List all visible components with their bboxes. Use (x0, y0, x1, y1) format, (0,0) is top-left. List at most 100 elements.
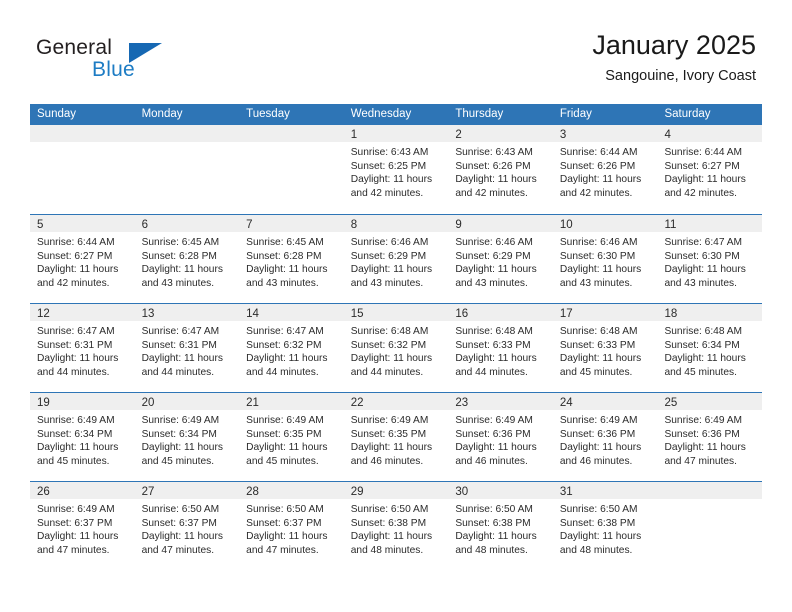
day-number-band: 19 (30, 393, 135, 410)
day-cell[interactable]: 25 Sunrise: 6:49 AM Sunset: 6:36 PM Dayligh… (657, 393, 763, 481)
day-cell[interactable]: 21 Sunrise: 6:49 AM Sunset: 6:35 PM Dayligh… (239, 393, 344, 481)
day-detail-line: Sunset: 6:33 PM (455, 339, 531, 351)
day-cell[interactable]: 26 Sunrise: 6:49 AM Sunset: 6:37 PM Dayligh… (30, 482, 135, 570)
day-number: 15 (350, 308, 364, 320)
day-number: 20 (141, 397, 155, 409)
day-details: Sunrise: 6:49 AM Sunset: 6:36 PM Daylight:… (553, 410, 658, 468)
day-number-band: 16 (448, 304, 553, 321)
day-detail-line: and 42 minutes. (455, 187, 528, 199)
day-number-band: 2 (448, 125, 553, 142)
day-number: 25 (664, 397, 678, 409)
day-detail-line: Daylight: 11 hours (350, 264, 433, 276)
day-details: Sunrise: 6:50 AM Sunset: 6:38 PM Daylight:… (553, 499, 658, 557)
day-detail-line: Daylight: 11 hours (664, 442, 746, 454)
day-detail-line: Daylight: 11 hours (559, 264, 642, 276)
day-details: Sunrise: 6:47 AM Sunset: 6:30 PM Daylight:… (657, 232, 762, 290)
day-detail-line: and 45 minutes. (37, 455, 110, 467)
page-title: January 2025 (592, 30, 756, 60)
day-number: 3 (559, 129, 567, 141)
day-detail-line: and 45 minutes. (141, 455, 215, 467)
day-number: 16 (455, 308, 469, 320)
day-detail-line: Sunrise: 6:50 AM (455, 504, 533, 515)
day-detail-line: Daylight: 11 hours (246, 442, 328, 454)
day-details: Sunrise: 6:46 AM Sunset: 6:29 PM Daylight:… (448, 232, 553, 290)
day-details: Sunrise: 6:50 AM Sunset: 6:37 PM Daylight:… (135, 499, 240, 557)
day-details: Sunrise: 6:48 AM Sunset: 6:33 PM Daylight:… (448, 321, 553, 379)
day-detail-line: Sunset: 6:37 PM (37, 517, 113, 529)
day-cell[interactable]: 16 Sunrise: 6:48 AM Sunset: 6:33 PM Dayligh… (448, 304, 553, 392)
day-cell[interactable]: 2 Sunrise: 6:43 AM Sunset: 6:26 PM Daylight… (448, 125, 553, 214)
day-cell[interactable]: 20 Sunrise: 6:49 AM Sunset: 6:34 PM Dayligh… (134, 393, 240, 481)
day-detail-line: and 42 minutes. (37, 277, 110, 289)
day-detail-line: and 44 minutes. (350, 366, 424, 378)
day-detail-line: Sunrise: 6:47 AM (664, 237, 743, 248)
day-cell[interactable]: 10 Sunrise: 6:46 AM Sunset: 6:30 PM Dayligh… (552, 215, 658, 303)
day-details: Sunrise: 6:43 AM Sunset: 6:26 PM Daylight:… (448, 142, 553, 200)
day-cell[interactable]: 1 Sunrise: 6:43 AM Sunset: 6:25 PM Daylight… (343, 125, 449, 214)
day-cell[interactable]: 13 Sunrise: 6:47 AM Sunset: 6:31 PM Dayligh… (134, 304, 240, 392)
day-detail-line: Sunrise: 6:44 AM (559, 147, 638, 158)
day-number: 31 (559, 486, 573, 498)
day-number-band: 4 (657, 125, 763, 142)
day-number: 6 (141, 219, 148, 231)
day-detail-line: Sunset: 6:37 PM (141, 517, 217, 529)
day-cell[interactable]: 3 Sunrise: 6:44 AM Sunset: 6:26 PM Daylight… (552, 125, 658, 214)
day-detail-line: Sunrise: 6:49 AM (246, 415, 324, 426)
day-detail-line: and 42 minutes. (350, 187, 424, 199)
day-cell[interactable]: 5 Sunrise: 6:44 AM Sunset: 6:27 PM Daylight… (30, 215, 135, 303)
day-cell[interactable]: 31 Sunrise: 6:50 AM Sunset: 6:38 PM Dayligh… (552, 482, 658, 570)
day-number-band: 28 (239, 482, 344, 499)
day-detail-line: Sunset: 6:35 PM (246, 428, 322, 440)
day-detail-line: Daylight: 11 hours (141, 353, 223, 365)
day-detail-line: Sunrise: 6:47 AM (246, 326, 324, 337)
day-cell[interactable]: 19 Sunrise: 6:49 AM Sunset: 6:34 PM Dayligh… (30, 393, 135, 481)
day-detail-line: Sunset: 6:32 PM (350, 339, 427, 351)
weekday-header-tuesday: Tuesday (246, 108, 290, 120)
day-cell[interactable]: 27 Sunrise: 6:50 AM Sunset: 6:37 PM Dayligh… (134, 482, 240, 570)
day-detail-line: and 44 minutes. (141, 366, 215, 378)
day-cell[interactable]: 11 Sunrise: 6:47 AM Sunset: 6:30 PM Dayligh… (657, 215, 763, 303)
day-number: 12 (37, 308, 50, 320)
day-number-band: 24 (552, 393, 658, 410)
day-detail-line: Sunrise: 6:49 AM (559, 415, 638, 426)
day-cell[interactable]: 4 Sunrise: 6:44 AM Sunset: 6:27 PM Daylight… (657, 125, 763, 214)
day-cell[interactable]: 23 Sunrise: 6:49 AM Sunset: 6:36 PM Dayligh… (448, 393, 553, 481)
day-cell[interactable]: 30 Sunrise: 6:50 AM Sunset: 6:38 PM Dayligh… (448, 482, 553, 570)
day-detail-line: and 47 minutes. (664, 455, 737, 467)
day-cell[interactable]: 14 Sunrise: 6:47 AM Sunset: 6:32 PM Dayligh… (239, 304, 344, 392)
day-number-band: 7 (239, 215, 344, 232)
day-cell[interactable]: 24 Sunrise: 6:49 AM Sunset: 6:36 PM Dayligh… (552, 393, 658, 481)
day-number-band: 25 (657, 393, 763, 410)
day-cell[interactable]: 17 Sunrise: 6:48 AM Sunset: 6:33 PM Dayligh… (552, 304, 658, 392)
brand-name-blue: Blue (92, 58, 135, 81)
day-cell[interactable]: 7 Sunrise: 6:45 AM Sunset: 6:28 PM Daylight… (239, 215, 344, 303)
day-cell[interactable]: 12 Sunrise: 6:47 AM Sunset: 6:31 PM Dayligh… (30, 304, 135, 392)
day-detail-line: and 45 minutes. (559, 366, 633, 378)
day-cell[interactable]: 9 Sunrise: 6:46 AM Sunset: 6:29 PM Daylight… (448, 215, 553, 303)
day-number-band: 26 (30, 482, 135, 499)
day-cell[interactable]: 15 Sunrise: 6:48 AM Sunset: 6:32 PM Dayligh… (343, 304, 449, 392)
brand-logo[interactable]: General Blue (36, 36, 226, 90)
day-detail-line: Daylight: 11 hours (141, 264, 223, 276)
day-cell[interactable]: 28 Sunrise: 6:50 AM Sunset: 6:37 PM Dayligh… (239, 482, 344, 570)
day-detail-line: Sunset: 6:36 PM (455, 428, 531, 440)
day-detail-line: Daylight: 11 hours (37, 264, 119, 276)
day-detail-line: Sunset: 6:34 PM (37, 428, 113, 440)
day-detail-line: Sunrise: 6:46 AM (455, 237, 533, 248)
day-cell[interactable]: 29 Sunrise: 6:50 AM Sunset: 6:38 PM Dayligh… (343, 482, 449, 570)
day-cell[interactable]: 6 Sunrise: 6:45 AM Sunset: 6:28 PM Daylight… (134, 215, 240, 303)
day-cell-empty (134, 125, 240, 214)
day-details: Sunrise: 6:44 AM Sunset: 6:27 PM Daylight:… (30, 232, 135, 290)
day-details: Sunrise: 6:50 AM Sunset: 6:38 PM Daylight:… (448, 499, 553, 557)
day-cell[interactable]: 18 Sunrise: 6:48 AM Sunset: 6:34 PM Dayligh… (657, 304, 763, 392)
day-detail-line: and 47 minutes. (246, 544, 319, 556)
day-detail-line: Daylight: 11 hours (350, 442, 433, 454)
day-detail-line: Sunrise: 6:45 AM (246, 237, 324, 248)
day-detail-line: and 44 minutes. (455, 366, 528, 378)
week-row: 1 Sunrise: 6:43 AM Sunset: 6:25 PM Daylight… (30, 125, 763, 214)
day-cell[interactable]: 22 Sunrise: 6:49 AM Sunset: 6:35 PM Dayligh… (343, 393, 449, 481)
day-detail-line: Daylight: 11 hours (455, 264, 537, 276)
day-number: 4 (664, 129, 671, 141)
day-cell[interactable]: 8 Sunrise: 6:46 AM Sunset: 6:29 PM Daylight… (343, 215, 449, 303)
day-number-band: 30 (448, 482, 553, 499)
